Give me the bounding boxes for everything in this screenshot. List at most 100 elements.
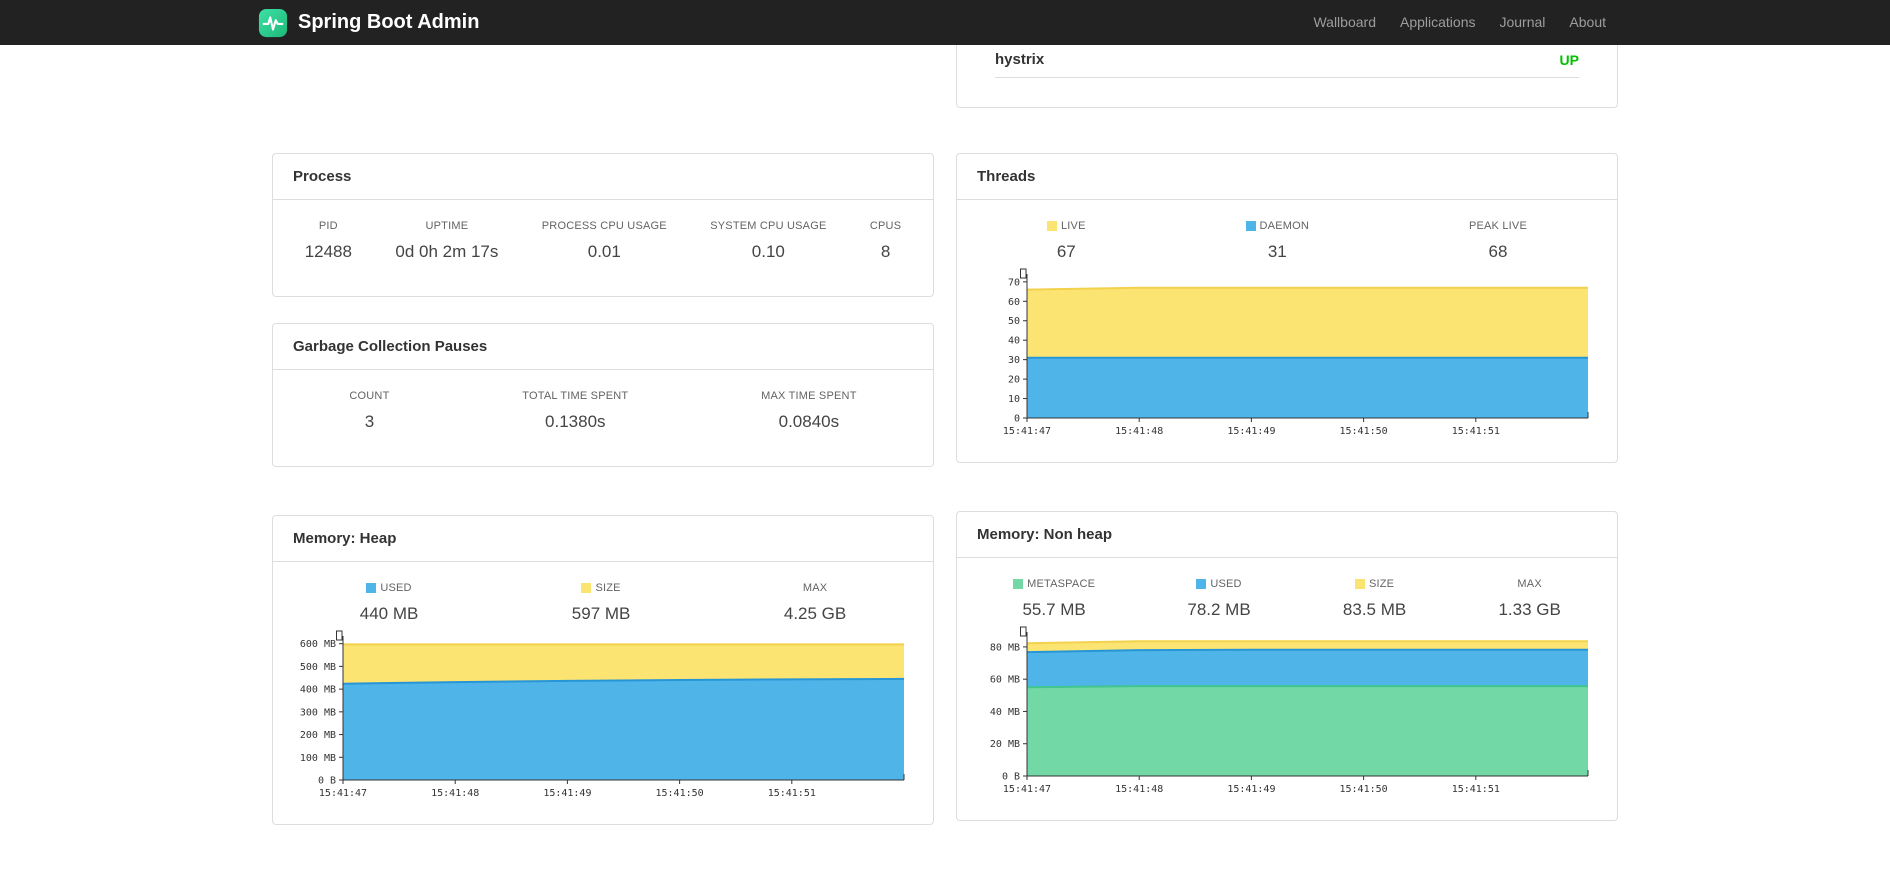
nav-item-applications[interactable]: Applications bbox=[1388, 0, 1488, 45]
metric: TOTAL TIME SPENT 0.1380s bbox=[522, 390, 628, 432]
svg-text:300 MB: 300 MB bbox=[300, 707, 336, 718]
metric-label: USED bbox=[360, 582, 419, 594]
metric-label: MAX bbox=[802, 582, 828, 594]
status-badge: UP bbox=[1559, 51, 1579, 68]
metric: SIZE 83.5 MB bbox=[1343, 578, 1406, 620]
svg-text:60: 60 bbox=[1008, 297, 1020, 308]
svg-text:15:41:49: 15:41:49 bbox=[543, 788, 591, 799]
card-title: Process bbox=[273, 154, 933, 200]
svg-text:15:41:47: 15:41:47 bbox=[1003, 426, 1051, 437]
svg-text:15:41:49: 15:41:49 bbox=[1227, 784, 1275, 795]
metric-label: COUNT bbox=[349, 390, 390, 402]
svg-text:15:41:49: 15:41:49 bbox=[1227, 426, 1275, 437]
threads-card: Threads LIVE 67 DAEMON 31 PEAK LIVE 68 0… bbox=[956, 153, 1618, 463]
svg-text:40: 40 bbox=[1008, 336, 1020, 347]
nonheap-chart: 0 B 20 MB 40 MB 60 MB 80 MB 15:41:47 15:41:48 1… bbox=[990, 626, 1589, 795]
card-title: Memory: Non heap bbox=[957, 512, 1617, 558]
metric-label: LIVE bbox=[1046, 220, 1086, 232]
metric: CPUS 8 bbox=[870, 220, 901, 262]
nonheap-chart-wrap: 0 B 20 MB 40 MB 60 MB 80 MB 15:41:47 15:41:48 1… bbox=[957, 626, 1617, 820]
metric: PID 12488 bbox=[305, 220, 352, 262]
metric-value: 4.25 GB bbox=[783, 604, 847, 623]
metric-label: MAX bbox=[1517, 578, 1542, 590]
content-container: Process PID 12488 UPTIME 0d 0h 2m 17s PR… bbox=[272, 45, 1618, 825]
metric-label: SYSTEM CPU USAGE bbox=[710, 220, 827, 232]
svg-text:60 MB: 60 MB bbox=[990, 675, 1020, 686]
metric: PEAK LIVE 68 bbox=[1469, 220, 1527, 262]
heap-chart: 0 B 100 MB 200 MB 300 MB 400 MB 500 MB 600 MB 1… bbox=[300, 630, 905, 799]
metric-value: 31 bbox=[1267, 242, 1287, 261]
threads-chart-wrap: 0 10 20 30 40 50 60 70 15:41:47 15:41:48 15:41:49 1… bbox=[957, 268, 1617, 462]
svg-text:15:41:51: 15:41:51 bbox=[1452, 784, 1500, 795]
legend-swatch-icon bbox=[366, 583, 377, 593]
metric-value: 83.5 MB bbox=[1342, 600, 1407, 619]
metric: COUNT 3 bbox=[349, 390, 389, 432]
metric-label: USED bbox=[1187, 578, 1250, 590]
metric: USED 78.2 MB bbox=[1187, 578, 1250, 620]
metric-label: METASPACE bbox=[1013, 578, 1095, 590]
metric: MAX 1.33 GB bbox=[1498, 578, 1560, 620]
metric-label: SIZE bbox=[1343, 578, 1406, 590]
metric-value: 0d 0h 2m 17s bbox=[395, 242, 499, 261]
metric-value: 8 bbox=[880, 242, 891, 261]
svg-text:70: 70 bbox=[1008, 277, 1020, 288]
svg-text:20: 20 bbox=[1008, 375, 1020, 386]
svg-text:600 MB: 600 MB bbox=[300, 639, 336, 650]
memory-nonheap-card: Memory: Non heap METASPACE 55.7 MB USED … bbox=[956, 511, 1618, 821]
metric-label: MAX TIME SPENT bbox=[761, 390, 857, 402]
nav-menu: Wallboard Applications Journal About bbox=[1301, 0, 1618, 45]
process-metrics: PID 12488 UPTIME 0d 0h 2m 17s PROCESS CP… bbox=[273, 200, 933, 296]
metric: USED 440 MB bbox=[360, 582, 419, 624]
legend-swatch-icon bbox=[1013, 579, 1024, 589]
metric-value: 597 MB bbox=[571, 604, 631, 623]
heap-chart-wrap: 0 B 100 MB 200 MB 300 MB 400 MB 500 MB 600 MB 1… bbox=[273, 630, 933, 824]
svg-text:0: 0 bbox=[1014, 414, 1020, 425]
memory-heap-card: Memory: Heap USED 440 MB SIZE 597 MB MAX… bbox=[272, 515, 934, 825]
svg-text:15:41:51: 15:41:51 bbox=[768, 788, 816, 799]
metric-label: PID bbox=[318, 220, 338, 232]
heap-legend: USED 440 MB SIZE 597 MB MAX 4.25 GB bbox=[273, 562, 933, 630]
metric-value: 1.33 GB bbox=[1498, 600, 1561, 619]
legend-swatch-icon bbox=[1245, 221, 1256, 231]
metric: MAX TIME SPENT 0.0840s bbox=[761, 390, 857, 432]
nav-item-journal[interactable]: Journal bbox=[1487, 0, 1557, 45]
metric: SIZE 597 MB bbox=[572, 582, 631, 624]
metric-value: 68 bbox=[1488, 242, 1508, 261]
metric-label: TOTAL TIME SPENT bbox=[522, 390, 629, 402]
nav-item-wallboard[interactable]: Wallboard bbox=[1301, 0, 1388, 45]
svg-text:15:41:50: 15:41:50 bbox=[656, 788, 704, 799]
metric-value: 440 MB bbox=[359, 604, 419, 623]
metric-label: UPTIME bbox=[425, 220, 469, 232]
metric: SYSTEM CPU USAGE 0.10 bbox=[710, 220, 826, 262]
metric-value: 0.01 bbox=[587, 242, 621, 261]
gc-pauses-card: Garbage Collection Pauses COUNT 3 TOTAL … bbox=[272, 323, 934, 467]
metric-value: 12488 bbox=[304, 242, 352, 261]
svg-text:10: 10 bbox=[1008, 394, 1020, 405]
svg-text:40 MB: 40 MB bbox=[990, 707, 1020, 718]
card-title: Threads bbox=[957, 154, 1617, 200]
svg-text:200 MB: 200 MB bbox=[300, 730, 336, 741]
card-title: Garbage Collection Pauses bbox=[273, 324, 933, 370]
navbar-container: Spring Boot Admin Wallboard Applications J… bbox=[258, 0, 1618, 45]
metric: DAEMON 31 bbox=[1245, 220, 1309, 262]
svg-text:20 MB: 20 MB bbox=[990, 739, 1020, 750]
metric: METASPACE 55.7 MB bbox=[1013, 578, 1095, 620]
top-navbar: Spring Boot Admin Wallboard Applications J… bbox=[0, 0, 1890, 45]
svg-text:15:41:48: 15:41:48 bbox=[1115, 426, 1163, 437]
svg-text:50: 50 bbox=[1008, 316, 1020, 327]
svg-text:15:41:50: 15:41:50 bbox=[1340, 784, 1388, 795]
legend-swatch-icon bbox=[581, 583, 592, 593]
gc-metrics: COUNT 3 TOTAL TIME SPENT 0.1380s MAX TIM… bbox=[273, 370, 933, 466]
legend-swatch-icon bbox=[1196, 579, 1207, 589]
svg-text:80 MB: 80 MB bbox=[990, 642, 1020, 653]
metric-label: DAEMON bbox=[1245, 220, 1309, 232]
brand-link[interactable]: Spring Boot Admin bbox=[258, 8, 479, 38]
metric: MAX 4.25 GB bbox=[784, 582, 846, 624]
application-name-link[interactable]: hystrix bbox=[995, 51, 1044, 68]
svg-text:0 B: 0 B bbox=[318, 776, 336, 787]
metric-label: PROCESS CPU USAGE bbox=[541, 220, 667, 232]
svg-text:15:41:48: 15:41:48 bbox=[1115, 784, 1163, 795]
spring-boot-admin-logo-icon bbox=[258, 8, 288, 37]
metric-value: 3 bbox=[364, 412, 375, 431]
nav-item-about[interactable]: About bbox=[1557, 0, 1618, 45]
